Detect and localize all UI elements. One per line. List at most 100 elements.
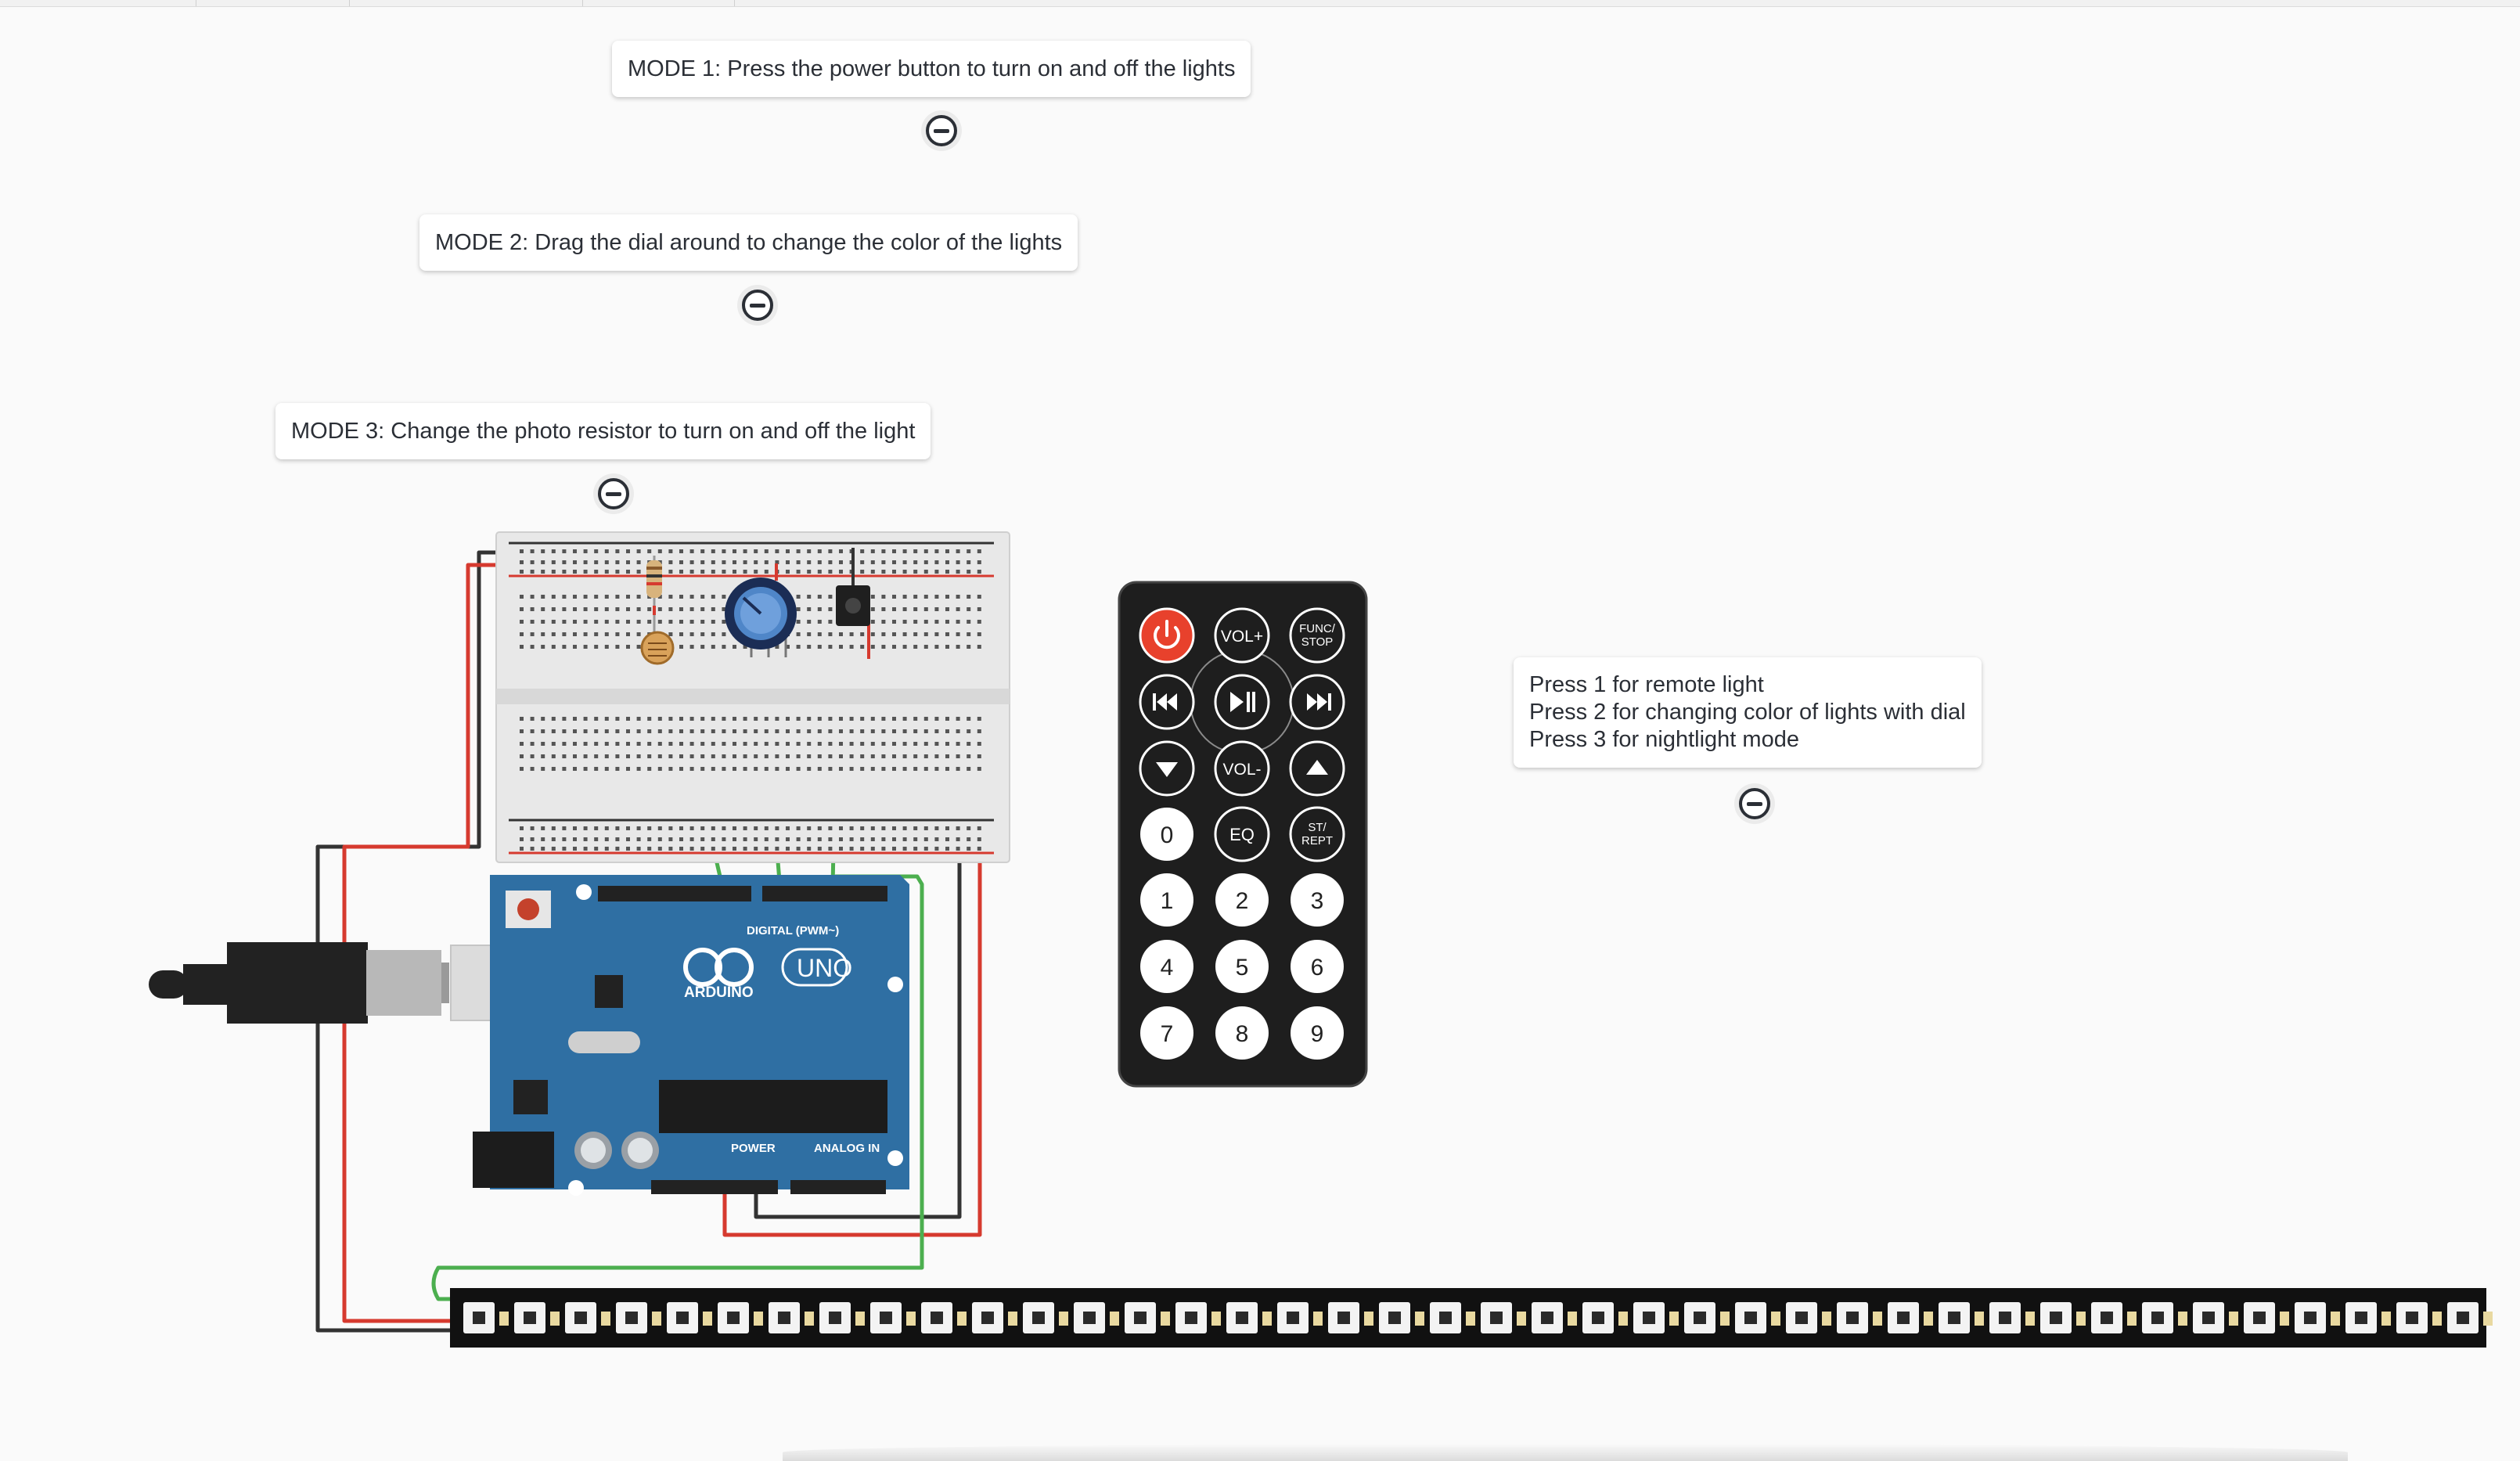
eq-button[interactable]: EQ [1214,806,1270,862]
down-button[interactable] [1139,740,1195,797]
led-chip [574,1312,587,1324]
power-button[interactable] [1139,607,1195,664]
led-pad [1364,1312,1373,1326]
led-chip [1694,1312,1706,1324]
led-chip [778,1312,790,1324]
led-chip [676,1312,689,1324]
led-pad [703,1312,712,1326]
led-pad [1211,1312,1221,1326]
led-chip [1948,1312,1960,1324]
note-mode-3[interactable]: MODE 3: Change the photo resistor to tur… [275,403,931,459]
note-mode-1[interactable]: MODE 1: Press the power button to turn o… [612,41,1251,97]
led-pad [2331,1312,2340,1326]
led-pad [1466,1312,1475,1326]
digit-2-button[interactable]: 2 [1215,873,1269,927]
led-pad [2025,1312,2035,1326]
led-chip [1388,1312,1401,1324]
digit-0-label: 0 [1161,822,1174,848]
arduino-brand-label: ARDUINO [684,984,754,1001]
led-pad [1568,1312,1577,1326]
led-chip [1897,1312,1910,1324]
led-chip [2101,1312,2113,1324]
led-chip [2050,1312,2062,1324]
led-chip [473,1312,485,1324]
led-chip [524,1312,536,1324]
led-chip [1592,1312,1604,1324]
digit-7-button[interactable]: 7 [1140,1006,1193,1060]
led-chip [1999,1312,2011,1324]
led-pad [1262,1312,1272,1326]
ir-remote[interactable]: VOL+ FUNC/ STOP VOL- 0 EQ ST/ REPT 1 2 3… [1118,581,1368,1088]
led-pad [1517,1312,1526,1326]
note-mode-2-text: MODE 2: Drag the dial around to change t… [435,230,1063,255]
digit-8-button[interactable]: 8 [1215,1006,1269,1060]
func-stop-button[interactable]: FUNC/ STOP [1289,607,1345,664]
led-pad [1873,1312,1882,1326]
led-pad [1771,1312,1780,1326]
led-pad [1720,1312,1730,1326]
led-pad [855,1312,865,1326]
digit-9-button[interactable]: 9 [1291,1006,1344,1060]
led-pad [2178,1312,2187,1326]
play-pause-button[interactable] [1214,674,1270,730]
digit-6-label: 6 [1311,955,1324,981]
led-chip [1643,1312,1655,1324]
led-chip [1287,1312,1299,1324]
led-chip [1541,1312,1553,1324]
led-pad [1669,1312,1679,1326]
vol-up-button[interactable]: VOL+ [1214,607,1270,664]
digit-0-button[interactable]: 0 [1140,808,1193,861]
led-chip [931,1312,943,1324]
led-pad [1008,1312,1017,1326]
note-mode-3-text: MODE 3: Change the photo resistor to tur… [291,419,916,444]
st-rept-button[interactable]: ST/ REPT [1289,806,1345,862]
usb-cable[interactable] [149,942,449,1024]
led-chip [2151,1312,2164,1324]
note-mode-2[interactable]: MODE 2: Drag the dial around to change t… [419,214,1078,271]
led-chip [1236,1312,1248,1324]
digit-3-label: 3 [1311,888,1324,914]
arduino-uno[interactable]: ARDUINO UNO DIGITAL (PWM~) POWER ANALOG … [149,875,909,1196]
vol-down-label: VOL- [1222,761,1261,779]
led-pad [652,1312,661,1326]
led-pad [499,1312,509,1326]
collapse-note-icon[interactable] [926,115,957,146]
digit-7-label: 7 [1161,1021,1174,1047]
led-pad [1161,1312,1170,1326]
led-pad [2076,1312,2086,1326]
panel-shadow [783,1444,2348,1461]
collapse-note-icon[interactable] [1739,788,1770,819]
led-strip[interactable] [450,1288,2493,1348]
digit-1-label: 1 [1161,888,1174,914]
fast-forward-button[interactable] [1289,674,1345,730]
led-pad [1059,1312,1068,1326]
up-button[interactable] [1289,740,1345,797]
vol-down-button[interactable]: VOL- [1214,740,1270,797]
instruction-line: Press 3 for nightlight mode [1529,727,1799,752]
digit-4-label: 4 [1161,955,1174,981]
rewind-button[interactable] [1139,674,1195,730]
collapse-note-icon[interactable] [598,478,629,509]
digit-5-button[interactable]: 5 [1215,940,1269,993]
led-chip [1185,1312,1197,1324]
digit-1-button[interactable]: 1 [1140,873,1193,927]
st-rept-label-1: ST/ [1308,821,1327,834]
digit-3-button[interactable]: 3 [1291,873,1344,927]
led-chip [2457,1312,2469,1324]
led-pad [1975,1312,1984,1326]
digit-4-button[interactable]: 4 [1140,940,1193,993]
led-pad [2127,1312,2137,1326]
note-instructions[interactable]: Press 1 for remote light Press 2 for cha… [1514,657,1982,768]
led-pad [805,1312,814,1326]
instruction-line: Press 2 for changing color of lights wit… [1529,700,1966,725]
led-pad [2483,1312,2493,1326]
led-chip [625,1312,638,1324]
eq-label: EQ [1229,825,1255,844]
led-chip [2202,1312,2215,1324]
led-chip [727,1312,740,1324]
led-chip [1744,1312,1757,1324]
circuit-canvas[interactable]: ARDUINO UNO DIGITAL (PWM~) POWER ANALOG … [0,0,2520,1461]
collapse-note-icon[interactable] [742,290,773,321]
digit-6-button[interactable]: 6 [1291,940,1344,993]
led-chip [2304,1312,2317,1324]
